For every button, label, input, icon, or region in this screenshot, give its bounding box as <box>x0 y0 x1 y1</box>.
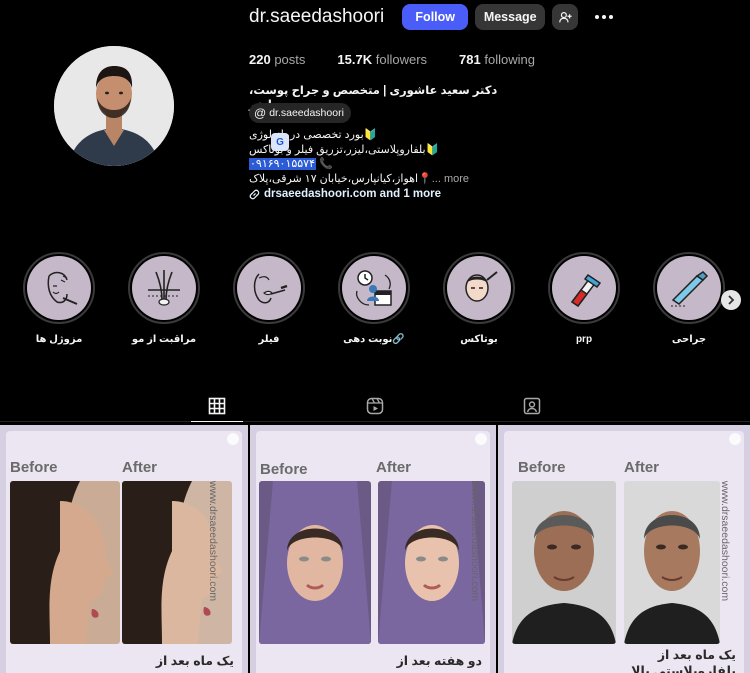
highlight-label: مزوژل ها <box>35 334 83 345</box>
carousel-icon <box>227 433 239 445</box>
more-options-icon[interactable] <box>591 4 617 30</box>
highlight-surgery[interactable]: جراحی <box>649 252 729 345</box>
post-caption-line2: بلفاروپلاستی بالا <box>631 664 736 673</box>
bio-website-link[interactable]: drsaeedashoori.com and 1 more <box>249 187 489 202</box>
profile-stats: 220 posts 15.7K followers 781 following <box>249 52 567 67</box>
bio-more-link[interactable]: ... more <box>432 173 469 185</box>
highlight-hair-care[interactable]: مراقبت از مو <box>124 252 204 345</box>
following-count[interactable]: 781 following <box>459 52 535 67</box>
post-tile[interactable]: Before After www.drsaeedashoori.com یک م… <box>0 425 248 673</box>
post-caption: یک ماه بعد از <box>657 648 736 662</box>
carousel-icon <box>729 433 741 445</box>
highlight-filler[interactable]: فیلر <box>229 252 309 345</box>
followers-count[interactable]: 15.7K followers <box>337 52 427 67</box>
post-before-label: Before <box>10 459 58 476</box>
highlight-label: بوتاکس <box>460 334 498 345</box>
test-tube-icon <box>570 273 602 308</box>
hair-follicle-icon <box>148 270 180 306</box>
threads-handle: dr.saeedashoori <box>269 107 344 119</box>
highlight-appointments[interactable]: 🔗نوبت دهی <box>334 252 414 345</box>
post-after-label: After <box>122 459 158 476</box>
highlight-botox[interactable]: بوتاکس <box>439 252 519 345</box>
grid-icon <box>208 397 226 415</box>
post-tile[interactable]: Before After www.d <box>498 425 750 673</box>
tab-tagged[interactable] <box>523 397 541 415</box>
post-before-photo <box>259 481 371 644</box>
profile-avatar[interactable] <box>54 46 174 166</box>
phone-icon: 📞 <box>319 158 333 170</box>
highlight-mesogels[interactable]: مزوژل ها <box>19 252 99 345</box>
posts-grid: Before After www.drsaeedashoori.com یک م… <box>0 425 750 673</box>
posts-count: 220 posts <box>249 52 306 67</box>
post-after-label: After <box>624 459 660 476</box>
calendar-clock-icon <box>355 270 392 306</box>
threads-icon: @ <box>254 106 267 120</box>
post-after-photo <box>624 481 720 644</box>
translate-icon[interactable]: G <box>271 133 289 151</box>
post-caption: دو هفته بعد از <box>396 654 482 668</box>
scalpel-icon <box>671 271 709 307</box>
tabs-divider <box>0 421 750 422</box>
post-caption: یک ماه بعد از <box>155 654 234 668</box>
face-mesogel-icon <box>47 271 78 305</box>
post-before-label: Before <box>518 459 566 476</box>
chevron-right-icon <box>728 295 735 305</box>
reels-icon <box>366 397 384 415</box>
post-watermark-url: www.drsaeedashoori.com <box>719 480 731 602</box>
highlight-label: مراقبت از مو <box>131 334 197 345</box>
bio-line-address: 📍اهواز،کیانپارس،خیابان ۱۷ شرقی،پلاک... m… <box>249 172 470 185</box>
tab-active-indicator <box>191 421 243 422</box>
tagged-icon <box>523 397 541 415</box>
suggest-accounts-button[interactable] <box>552 4 579 30</box>
highlights-next-button[interactable] <box>721 290 741 310</box>
highlight-prp[interactable]: prp <box>544 252 624 345</box>
highlight-label: فیلر <box>258 334 280 345</box>
post-after-label: After <box>376 459 412 476</box>
post-tile[interactable]: Before After www.d <box>250 425 496 673</box>
highlight-label: 🔗نوبت دهی <box>343 334 405 345</box>
carousel-icon <box>475 433 487 445</box>
profile-username: dr.saeedashoori <box>249 6 385 27</box>
lips-filler-icon <box>253 273 288 304</box>
follow-button[interactable]: Follow <box>402 4 469 30</box>
profile-header-actions: dr.saeedashoori Follow Message <box>249 4 617 30</box>
post-before-label: Before <box>260 461 308 478</box>
post-watermark-url: www.drsaeedashoori.com <box>469 480 481 602</box>
highlight-label: prp <box>575 334 593 345</box>
phone-number: ۰۹۱۶۹۰۱۵۵۷۴ <box>249 158 316 170</box>
bio-line-phone: ۰۹۱۶۹۰۱۵۵۷۴ 📞 <box>249 157 489 172</box>
highlight-label: جراحی <box>671 334 707 345</box>
tab-posts[interactable] <box>208 397 226 415</box>
post-watermark-url: www.drsaeedashoori.com <box>207 480 219 602</box>
tab-reels[interactable] <box>366 397 384 415</box>
face-injection-icon <box>465 271 498 302</box>
post-before-photo <box>10 481 120 644</box>
story-highlights: جراحی prp بوتاکس 🔗نوبت دهی فیلر مراقبت ا… <box>0 252 750 352</box>
add-user-icon <box>558 11 572 22</box>
link-icon <box>249 189 260 200</box>
post-before-photo <box>512 481 616 644</box>
threads-badge[interactable]: @ dr.saeedashoori <box>249 103 351 123</box>
message-button[interactable]: Message <box>475 4 546 30</box>
